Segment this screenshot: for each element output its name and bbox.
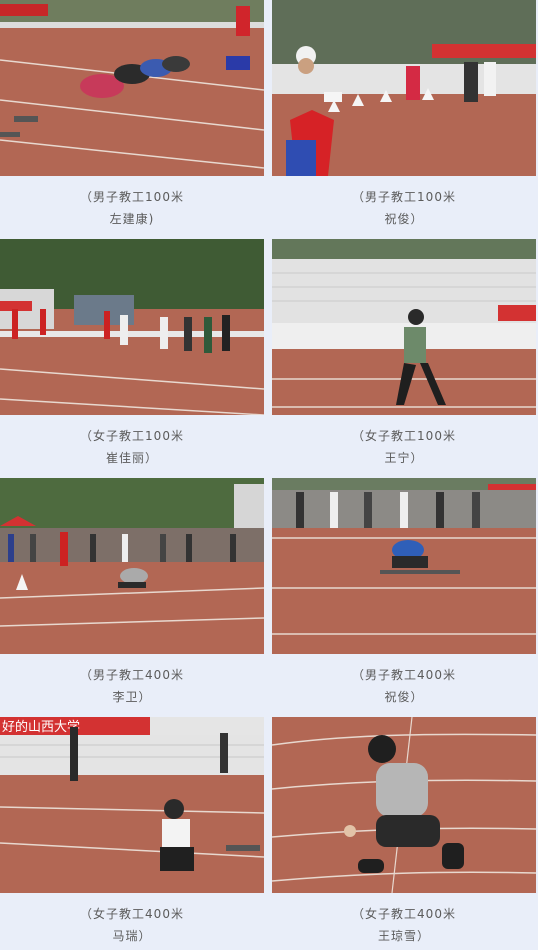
event-caption: （男子教工100米 <box>80 190 184 204</box>
female-runners-photo[interactable] <box>0 239 264 415</box>
event-caption: （男子教工100米 <box>352 190 456 204</box>
athlete-name: 左建康) <box>109 212 155 226</box>
photo-grid: （男子教工100米 左建康) （男子教工100米 祝俊） （女子教工100米 崔… <box>0 0 538 950</box>
athlete-name: 王琼雪） <box>377 929 430 943</box>
athlete-name: 马瑞） <box>112 929 152 943</box>
athlete-name: 王宁） <box>384 451 424 465</box>
female-crouch-photo[interactable]: 好的山西大学 <box>0 717 264 893</box>
athlete-name: 崔佳丽） <box>105 451 158 465</box>
female-sprinter-photo[interactable] <box>272 239 536 415</box>
event-caption: （女子教工100米 <box>80 429 184 443</box>
sprint-start-photo[interactable] <box>0 0 264 176</box>
event-caption: （女子教工100米 <box>352 429 456 443</box>
crowd-start-photo[interactable] <box>0 478 264 654</box>
athlete-name: 祝俊） <box>384 690 424 704</box>
event-caption: （男子教工400米 <box>352 668 456 682</box>
athlete-name: 祝俊） <box>384 212 424 226</box>
banner-text: 好的山西大学 <box>2 719 80 735</box>
closeup-crouch-photo[interactable] <box>272 717 536 893</box>
athlete-name: 李卫） <box>112 690 152 704</box>
starter-official-photo[interactable] <box>272 0 536 176</box>
event-caption: （女子教工400米 <box>352 907 456 921</box>
crouch-start-photo[interactable] <box>272 478 536 654</box>
event-caption: （男子教工400米 <box>80 668 184 682</box>
event-caption: （女子教工400米 <box>80 907 184 921</box>
